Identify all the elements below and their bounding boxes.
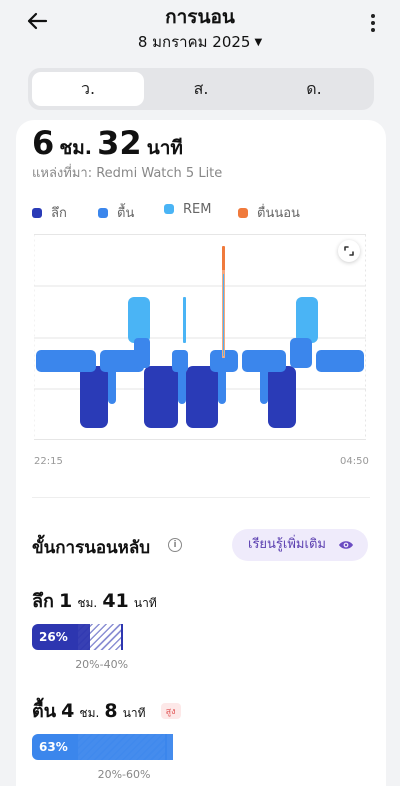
deep-sleep-percent: 26%	[39, 630, 68, 644]
period-tabs: ว. ส. ด.	[28, 68, 374, 110]
deep-block	[268, 366, 296, 428]
chart-end-time: 04:50	[340, 456, 369, 467]
deep-block	[144, 366, 178, 428]
light-sleep-hours: 4	[61, 700, 75, 722]
learn-more-label: เรียนรู้เพิ่มเติม	[248, 537, 326, 552]
top-bar: การนอน 8 มกราคม 2025 ▼	[0, 0, 400, 60]
expand-chart-icon[interactable]	[338, 240, 360, 262]
deep-sleep-minutes: 41	[102, 590, 129, 612]
date-selector[interactable]: 8 มกราคม 2025 ▼	[0, 30, 400, 54]
duration-hours-unit: ชม.	[59, 137, 92, 159]
sleep-card: 6 ชม. 32 นาที แหล่งที่มา: Redmi Watch 5 …	[16, 120, 386, 786]
sleep-duration: 6 ชม. 32 นาที	[32, 124, 183, 163]
rem-block	[296, 297, 318, 343]
tab-day[interactable]: ว.	[32, 72, 144, 106]
section-divider	[32, 497, 370, 498]
page-title: การนอน	[165, 6, 235, 28]
duration-hours: 6	[32, 124, 55, 162]
legend-awake: ตื่นนอน	[238, 202, 300, 223]
deep-block	[80, 366, 108, 428]
light-block	[134, 338, 150, 368]
duration-minutes-unit: นาที	[146, 137, 183, 159]
light-block	[218, 350, 226, 404]
date-label: 8 มกราคม 2025	[137, 33, 251, 51]
light-sleep-bar: 63%	[32, 734, 256, 760]
deep-sleep-name: ลึก	[32, 591, 54, 612]
light-block	[178, 350, 186, 404]
legend-label-light: ตื้น	[117, 206, 135, 221]
light-sleep-name: ตื้น	[32, 701, 56, 722]
legend-swatch-light	[98, 208, 108, 218]
learn-more-button[interactable]: เรียนรู้เพิ่มเติม	[232, 529, 368, 561]
legend-swatch-rem	[164, 204, 174, 214]
light-sleep-heading: ตื้น 4 ชม. 8 นาที สูง	[32, 696, 181, 725]
legend-swatch-awake	[238, 208, 248, 218]
legend-label-rem: REM	[183, 202, 212, 217]
caret-down-icon: ▼	[254, 37, 263, 48]
deep-sleep-hours-unit: ชม.	[77, 596, 98, 610]
light-block	[290, 338, 312, 368]
light-sleep-minutes-unit: นาที	[122, 706, 146, 720]
more-options-icon[interactable]	[370, 14, 376, 34]
deep-block	[186, 366, 218, 428]
legend-label-deep: ลึก	[51, 206, 67, 221]
light-sleep-range-low-marker	[75, 734, 78, 760]
tab-month[interactable]: ด.	[258, 72, 370, 106]
data-source: แหล่งที่มา: Redmi Watch 5 Lite	[32, 166, 223, 181]
bar-fill-extension	[76, 734, 174, 760]
light-sleep-minutes: 8	[104, 700, 118, 722]
deep-sleep-minutes-unit: นาที	[133, 596, 157, 610]
awake-marker	[222, 246, 225, 358]
legend-light: ตื้น	[98, 202, 134, 223]
chart-start-time: 22:15	[34, 456, 63, 467]
sleep-stages-title: ขั้นการนอนหลับ	[32, 538, 151, 558]
light-block	[316, 350, 364, 372]
rem-block	[183, 297, 186, 343]
legend-swatch-deep	[32, 208, 42, 218]
eye-icon	[339, 541, 353, 549]
info-icon[interactable]: i	[168, 538, 182, 552]
legend-deep: ลึก	[32, 202, 67, 223]
deep-sleep-hours: 1	[59, 590, 73, 612]
high-badge: สูง	[160, 703, 181, 719]
deep-sleep-normal-range-label: 20%-40%	[75, 658, 129, 671]
light-sleep-normal-range-label: 20%-60%	[97, 768, 151, 781]
deep-sleep-bar: 26%	[32, 624, 256, 650]
deep-sleep-range-high-marker	[120, 624, 123, 650]
light-sleep-hours-unit: ชม.	[79, 706, 100, 720]
duration-minutes: 32	[97, 124, 142, 162]
light-sleep-percent: 63%	[39, 740, 68, 754]
light-sleep-range-high-marker	[165, 734, 168, 760]
light-block	[36, 350, 96, 372]
bar-fill-extension	[76, 624, 91, 650]
rem-block	[128, 297, 150, 343]
chart-legend: ลึก ตื้น REM ตื่นนอน	[32, 202, 372, 222]
deep-sleep-range-low-marker	[75, 624, 78, 650]
light-block	[108, 350, 116, 404]
deep-sleep-heading: ลึก 1 ชม. 41 นาที	[32, 586, 157, 615]
light-block	[260, 350, 268, 404]
tab-week[interactable]: ส.	[145, 72, 257, 106]
legend-label-awake: ตื่นนอน	[257, 206, 300, 221]
legend-rem: REM	[164, 202, 211, 217]
sleep-stage-chart	[34, 234, 366, 440]
